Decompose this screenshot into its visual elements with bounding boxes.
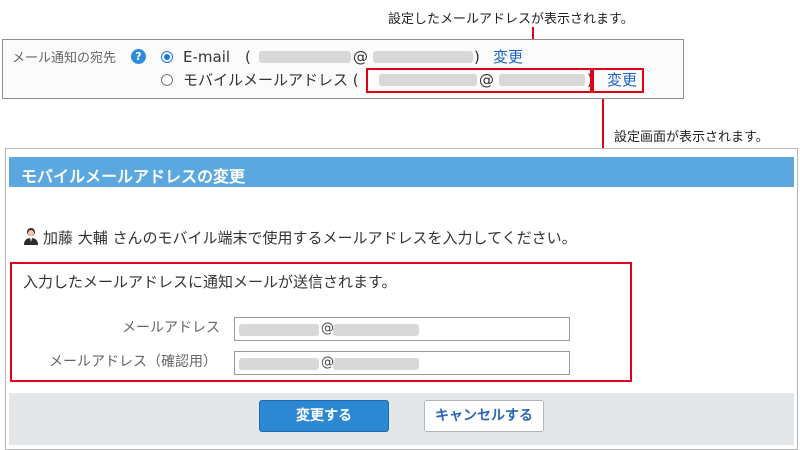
email-change-link[interactable]: 変更 — [493, 47, 523, 67]
highlight-change-link — [592, 68, 644, 93]
mobile-radio[interactable] — [161, 74, 173, 86]
email-user-redacted — [259, 51, 351, 63]
cancel-button[interactable]: キャンセルする — [424, 400, 544, 432]
user-avatar-icon — [24, 228, 38, 245]
dialog-footer: 変更する キャンセルする — [9, 393, 794, 445]
email-radio[interactable] — [161, 51, 173, 63]
email-at-sign: @ — [353, 48, 368, 66]
highlight-mobile-address — [366, 68, 592, 93]
email-domain-redacted — [373, 51, 473, 63]
dialog-intro-text: 加藤 大輔 さんのモバイル端末で使用するメールアドレスを入力してください。 — [43, 229, 577, 247]
dialog-title: モバイルメールアドレスの変更 — [21, 167, 246, 186]
email-close-paren: ) — [474, 48, 480, 66]
notify-destination-label: メール通知の宛先 — [12, 51, 117, 66]
help-icon[interactable]: ? — [131, 49, 146, 64]
mobile-option-label: モバイルメールアドレス ( — [183, 71, 359, 89]
callout-displayed-address: 設定したメールアドレスが表示されます。 — [388, 12, 634, 27]
email-option-label: E-mail ( — [183, 48, 251, 66]
change-button[interactable]: 変更する — [259, 400, 389, 432]
callout-settings-screen: 設定画面が表示されます。 — [614, 130, 769, 145]
highlight-input-section — [10, 262, 632, 382]
dialog-header: モバイルメールアドレスの変更 — [9, 157, 794, 187]
